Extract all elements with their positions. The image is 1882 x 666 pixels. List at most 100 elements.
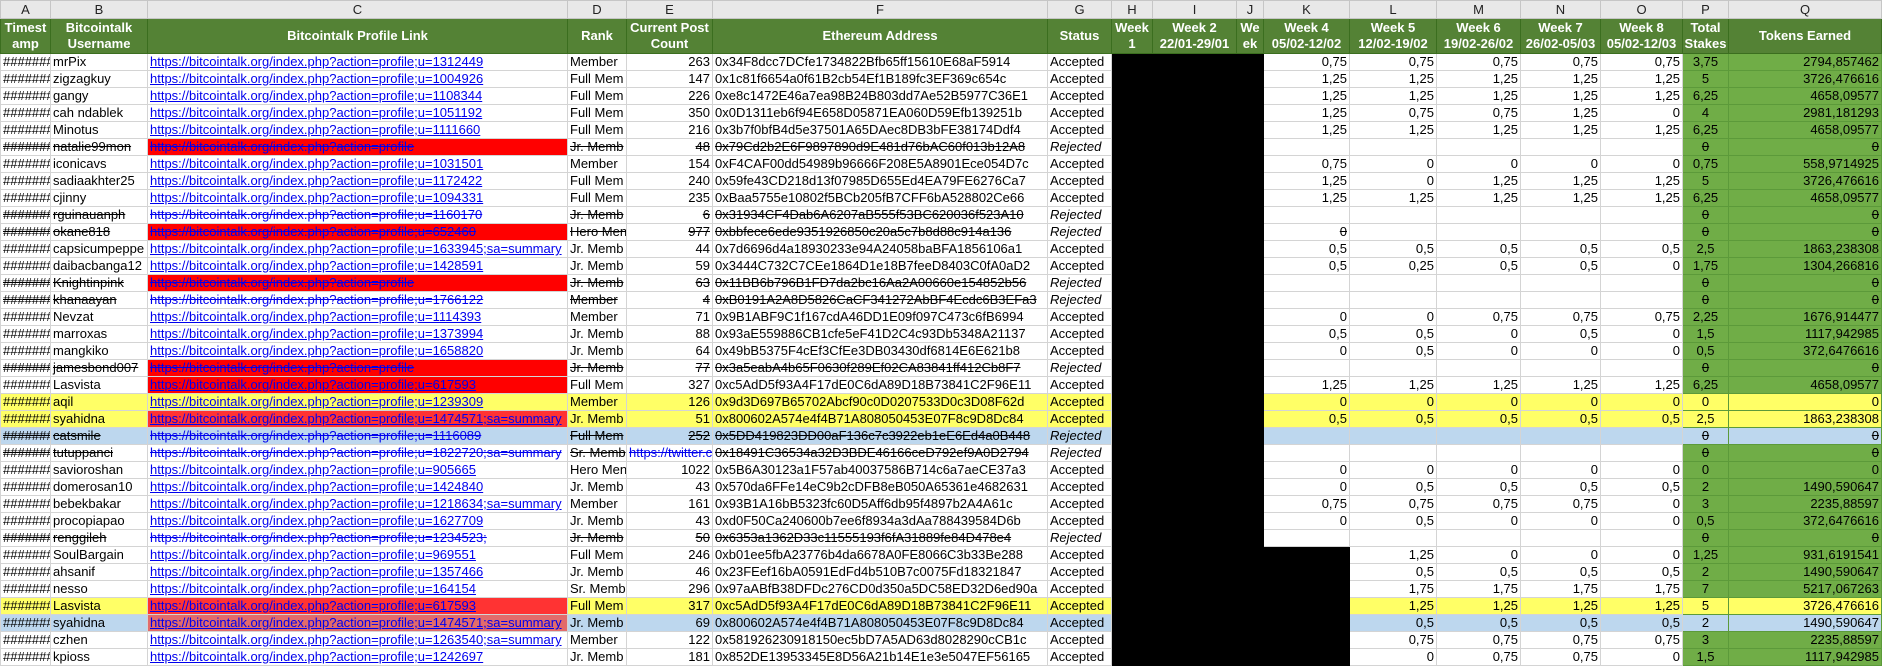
week4-cell[interactable]: 0 xyxy=(1263,223,1350,241)
week7-cell[interactable]: 1,25 xyxy=(1520,87,1601,105)
status-cell[interactable]: Accepted xyxy=(1047,342,1112,360)
week4-cell[interactable]: 1,25 xyxy=(1263,189,1350,207)
week1-cell[interactable] xyxy=(1111,359,1153,377)
post-count-cell[interactable]: 63 xyxy=(626,274,713,292)
week8-cell[interactable]: 1,75 xyxy=(1600,580,1683,598)
week7-cell[interactable]: 1,25 xyxy=(1520,172,1601,190)
week5-cell[interactable]: 0 xyxy=(1349,461,1437,479)
week6-cell[interactable]: 1,25 xyxy=(1436,87,1521,105)
status-cell[interactable]: Accepted xyxy=(1047,240,1112,258)
week7-cell[interactable]: 0,5 xyxy=(1520,257,1601,275)
week3-cell[interactable] xyxy=(1236,155,1264,173)
total-stakes-cell[interactable]: 5 xyxy=(1682,172,1729,190)
eth-address-cell[interactable]: 0x1c81f6654a0f61B2cb54Ef1B189fc3EF369c65… xyxy=(712,70,1048,88)
total-stakes-cell[interactable]: 3,75 xyxy=(1682,53,1729,71)
week1-cell[interactable] xyxy=(1111,631,1153,649)
rank-cell[interactable]: Member xyxy=(567,291,627,309)
post-count-cell[interactable]: 246 xyxy=(626,546,713,564)
column-letter-l[interactable]: L xyxy=(1349,0,1437,19)
week3-cell[interactable] xyxy=(1236,597,1264,615)
week4-cell[interactable]: 0,75 xyxy=(1263,495,1350,513)
tokens-earned-cell[interactable]: 0 xyxy=(1728,223,1882,241)
week2-cell[interactable] xyxy=(1152,427,1237,445)
total-stakes-cell[interactable]: 6,25 xyxy=(1682,376,1729,394)
week1-cell[interactable] xyxy=(1111,597,1153,615)
week7-cell[interactable]: 1,25 xyxy=(1520,104,1601,122)
week1-cell[interactable] xyxy=(1111,223,1153,241)
week7-cell[interactable]: 1,25 xyxy=(1520,597,1601,615)
week8-cell[interactable]: 0,5 xyxy=(1600,614,1683,632)
total-stakes-cell[interactable]: 0 xyxy=(1682,393,1729,411)
timestamp-cell[interactable]: ####### xyxy=(0,563,51,581)
week2-cell[interactable] xyxy=(1152,648,1237,666)
week8-cell[interactable] xyxy=(1600,138,1683,156)
column-letter-j[interactable]: J xyxy=(1236,0,1264,19)
week3-cell[interactable] xyxy=(1236,631,1264,649)
eth-address-cell[interactable]: 0x5B6A30123a1F57ab40037586B714c6a7aeCE37… xyxy=(712,461,1048,479)
week8-cell[interactable]: 0 xyxy=(1600,495,1683,513)
eth-address-cell[interactable]: 0x79Cd2b2E6F9897890d9E481d76bAC60f013b12… xyxy=(712,138,1048,156)
week3-cell[interactable] xyxy=(1236,240,1264,258)
username-cell[interactable]: syahidna xyxy=(50,614,148,632)
header-cell-d[interactable]: Rank xyxy=(567,18,627,54)
week3-cell[interactable] xyxy=(1236,546,1264,564)
week6-cell[interactable]: 0 xyxy=(1436,393,1521,411)
eth-address-cell[interactable]: 0x9B1ABF9C1f167cdA46DD1E09f097C473c6fB69… xyxy=(712,308,1048,326)
week8-cell[interactable]: 0,5 xyxy=(1600,478,1683,496)
rank-cell[interactable]: Sr. Memb xyxy=(567,444,627,462)
header-cell-k[interactable]: Week 4 05/02-12/02 xyxy=(1263,18,1350,54)
total-stakes-cell[interactable]: 7 xyxy=(1682,580,1729,598)
username-cell[interactable]: procopiapao xyxy=(50,512,148,530)
week7-cell[interactable] xyxy=(1520,223,1601,241)
status-cell[interactable]: Accepted xyxy=(1047,648,1112,666)
week1-cell[interactable] xyxy=(1111,546,1153,564)
week8-cell[interactable]: 0 xyxy=(1600,325,1683,343)
week3-cell[interactable] xyxy=(1236,376,1264,394)
column-letter-n[interactable]: N xyxy=(1520,0,1601,19)
week1-cell[interactable] xyxy=(1111,138,1153,156)
status-cell[interactable]: Accepted xyxy=(1047,546,1112,564)
week8-cell[interactable] xyxy=(1600,274,1683,292)
total-stakes-cell[interactable]: 1,5 xyxy=(1682,648,1729,666)
week1-cell[interactable] xyxy=(1111,172,1153,190)
header-cell-g[interactable]: Status xyxy=(1047,18,1112,54)
eth-address-cell[interactable]: 0x852DE13953345E8D56A21b14E1e3e5047EF561… xyxy=(712,648,1048,666)
week7-cell[interactable]: 0,5 xyxy=(1520,614,1601,632)
week5-cell[interactable] xyxy=(1349,427,1437,445)
profile-link-cell[interactable]: https://bitcointalk.org/index.php?action… xyxy=(147,325,568,343)
status-cell[interactable]: Accepted xyxy=(1047,393,1112,411)
profile-link-cell[interactable]: https://bitcointalk.org/index.php?action… xyxy=(147,410,568,428)
week2-cell[interactable] xyxy=(1152,206,1237,224)
week6-cell[interactable]: 0 xyxy=(1436,546,1521,564)
status-cell[interactable]: Accepted xyxy=(1047,172,1112,190)
week2-cell[interactable] xyxy=(1152,478,1237,496)
week5-cell[interactable]: 0,75 xyxy=(1349,53,1437,71)
week6-cell[interactable]: 0,5 xyxy=(1436,257,1521,275)
week1-cell[interactable] xyxy=(1111,495,1153,513)
eth-address-cell[interactable]: 0xd0F50Ca240600b7ee6f8934a3dAa788439584D… xyxy=(712,512,1048,530)
column-letter-p[interactable]: P xyxy=(1682,0,1729,19)
week6-cell[interactable]: 1,75 xyxy=(1436,580,1521,598)
timestamp-cell[interactable]: ####### xyxy=(0,240,51,258)
post-count-cell[interactable]: 44 xyxy=(626,240,713,258)
week3-cell[interactable] xyxy=(1236,614,1264,632)
week6-cell[interactable]: 0,75 xyxy=(1436,648,1521,666)
timestamp-cell[interactable]: ####### xyxy=(0,580,51,598)
rank-cell[interactable]: Full Mem xyxy=(567,87,627,105)
tokens-earned-cell[interactable]: 5217,067263 xyxy=(1728,580,1882,598)
week7-cell[interactable]: 0,5 xyxy=(1520,410,1601,428)
timestamp-cell[interactable]: ####### xyxy=(0,597,51,615)
profile-link-cell[interactable]: https://bitcointalk.org/index.php?action… xyxy=(147,359,568,377)
post-count-cell[interactable]: 64 xyxy=(626,342,713,360)
week2-cell[interactable] xyxy=(1152,240,1237,258)
week7-cell[interactable]: 0,5 xyxy=(1520,563,1601,581)
week5-cell[interactable]: 0,5 xyxy=(1349,614,1437,632)
rank-cell[interactable]: Member xyxy=(567,308,627,326)
week8-cell[interactable]: 0,75 xyxy=(1600,631,1683,649)
header-cell-a[interactable]: Timest amp xyxy=(0,18,51,54)
week5-cell[interactable]: 0,5 xyxy=(1349,478,1437,496)
week4-cell[interactable] xyxy=(1263,563,1350,581)
week5-cell[interactable] xyxy=(1349,291,1437,309)
header-cell-m[interactable]: Week 6 19/02-26/02 xyxy=(1436,18,1521,54)
timestamp-cell[interactable]: ####### xyxy=(0,427,51,445)
